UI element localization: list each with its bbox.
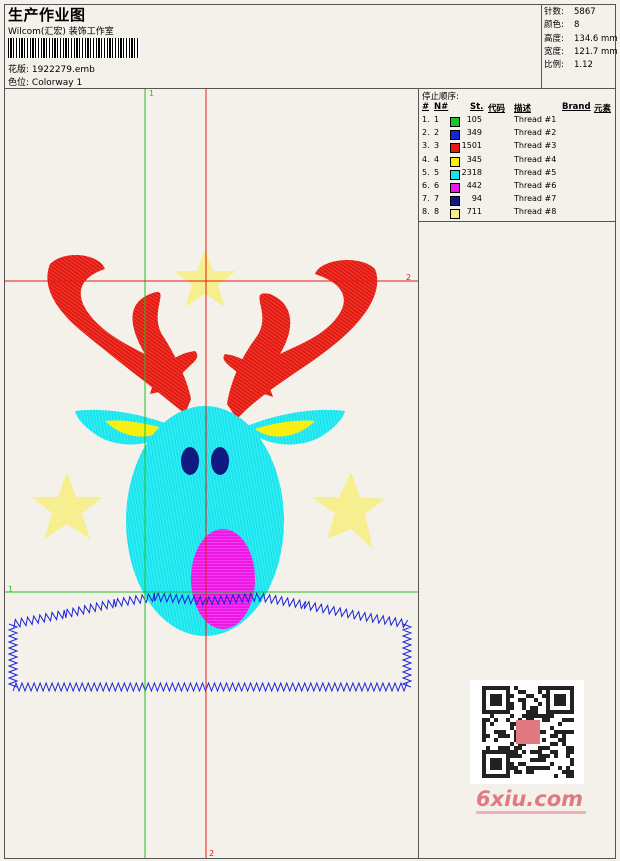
thread-row: 3. 3 1501 Thread #3 xyxy=(420,141,616,154)
thread-row: 4. 4 345 Thread #4 xyxy=(420,155,616,168)
watermark-logo: 6xiu.com xyxy=(476,787,586,814)
right-antler xyxy=(223,259,378,419)
colorway-value: Colorway 1 xyxy=(31,78,83,88)
thread-color-swatch xyxy=(450,156,460,167)
star-top xyxy=(174,249,236,307)
colorway: 色位: Colorway 1 xyxy=(8,78,83,88)
design-file: 花版: 1922279.emb xyxy=(8,65,95,75)
star-left xyxy=(31,472,103,539)
thread-color-swatch xyxy=(450,130,460,141)
star-right xyxy=(310,472,385,549)
guide-label-h1: 1 xyxy=(8,585,14,594)
panel-divider xyxy=(418,88,419,858)
thread-row: 6. 6 442 Thread #6 xyxy=(420,181,616,194)
thread-row: 8. 8 711 Thread #8 xyxy=(420,207,616,220)
thread-color-swatch xyxy=(450,117,460,127)
stat-stitches: 针数: 5867 xyxy=(544,7,596,17)
thread-color-swatch xyxy=(450,196,460,207)
stop-sequence-title: 停止顺序: xyxy=(422,92,459,102)
guide-label-h2: 2 xyxy=(406,273,412,282)
barcode xyxy=(8,38,140,58)
thread-color-swatch xyxy=(450,169,460,180)
design-file-value: 1922279.emb xyxy=(31,65,95,75)
guide-label-v2: 2 xyxy=(209,849,215,858)
thread-color-swatch xyxy=(450,209,460,220)
thread-row: 2. 2 349 Thread #2 xyxy=(420,128,616,141)
thread-row: 1. 1 105 Thread #1 xyxy=(420,115,616,128)
page-title: 生产作业图 xyxy=(8,6,86,24)
thread-row: 5. 5 2318 Thread #5 xyxy=(420,168,616,181)
right-eye xyxy=(211,447,229,475)
thread-table-bottom xyxy=(418,221,615,222)
left-eye xyxy=(181,447,199,475)
embroidery-preview xyxy=(5,89,418,858)
design-stats: 针数: 5867 颜色: 8 高度: 134.6 mm 宽度: 121.7 mm 比例:… xyxy=(544,6,618,72)
stats-divider xyxy=(541,5,542,88)
thread-color-swatch xyxy=(450,143,460,154)
studio-name: Wilcom(汇宏) 装饰工作室 xyxy=(8,27,114,37)
thread-row: 7. 7 94 Thread #7 xyxy=(420,194,616,207)
qr-code xyxy=(470,680,584,784)
stat-height: 高度: 134.6 mm xyxy=(544,33,618,44)
stat-scale: 比例: 1.12 xyxy=(544,60,593,71)
stat-width: 宽度: 121.7 mm xyxy=(544,46,618,57)
guide-label-v1: 1 xyxy=(149,89,155,98)
left-antler xyxy=(47,254,198,414)
thread-color-swatch xyxy=(450,183,460,193)
deer-nose xyxy=(191,529,255,629)
stat-colors: 颜色: 8 xyxy=(544,20,580,31)
